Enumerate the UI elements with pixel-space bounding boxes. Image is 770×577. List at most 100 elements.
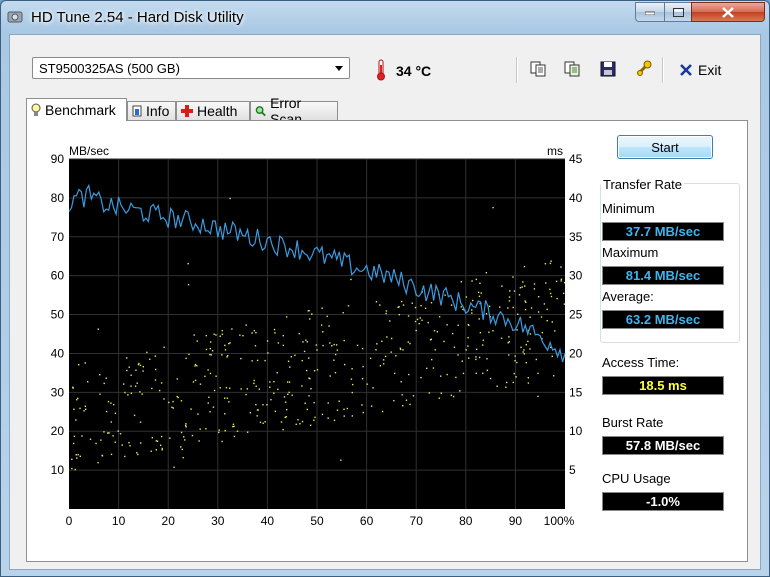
access-time-point: [379, 304, 381, 306]
access-time-point: [321, 307, 323, 309]
access-time-point: [136, 452, 138, 454]
tab-label: Health: [197, 103, 238, 119]
access-time-point: [551, 321, 553, 323]
access-time-point: [81, 435, 83, 437]
access-time-point: [399, 347, 402, 350]
access-time-point: [385, 310, 388, 312]
access-time-point: [180, 446, 182, 448]
access-time-point: [482, 339, 485, 341]
y2-tick-label: 40: [569, 191, 583, 205]
access-time-point: [286, 381, 289, 383]
access-time-point: [130, 374, 132, 376]
access-time-point: [160, 382, 163, 384]
access-time-point: [197, 413, 199, 415]
access-time-point: [485, 313, 488, 315]
access-time-point: [444, 294, 446, 296]
tab-health[interactable]: Health: [176, 101, 250, 120]
maximize-icon: [672, 7, 684, 17]
access-time-point: [430, 358, 433, 361]
access-time-point: [488, 331, 490, 333]
access-time-point: [139, 391, 141, 393]
access-time-point: [84, 405, 87, 408]
access-time-point: [346, 407, 349, 410]
access-time-point: [294, 354, 296, 357]
access-time-label: Access Time:: [602, 355, 680, 370]
access-time-point: [512, 381, 514, 384]
access-time-point: [518, 294, 521, 296]
access-time-point: [545, 282, 547, 284]
close-button[interactable]: [691, 2, 765, 22]
access-time-point: [540, 316, 543, 318]
access-time-point: [525, 361, 527, 364]
access-time-point: [209, 411, 211, 413]
access-time-point: [556, 297, 558, 300]
access-time-point: [137, 453, 139, 456]
access-time-point: [479, 331, 482, 334]
access-time-point: [255, 403, 257, 406]
access-time-point: [516, 329, 518, 331]
access-time-point: [301, 359, 303, 362]
access-time-point: [524, 300, 526, 302]
access-time-point: [414, 320, 417, 323]
maximize-button[interactable]: [664, 2, 692, 22]
access-time-point: [242, 334, 244, 337]
access-time-point: [416, 318, 419, 321]
access-time-point: [288, 381, 291, 383]
tab-error-scan[interactable]: Error Scan: [250, 95, 338, 127]
y2-tick-label: 25: [569, 308, 583, 322]
save-icon[interactable]: [599, 60, 617, 78]
start-button[interactable]: Start: [617, 135, 713, 159]
access-time-point: [560, 280, 562, 282]
access-time-point: [452, 395, 455, 398]
drive-select[interactable]: ST9500325AS (500 GB): [32, 57, 350, 79]
access-time-point: [543, 303, 546, 305]
access-time-point: [151, 387, 153, 390]
title-bar[interactable]: HD Tune 2.54 - Hard Disk Utility: [1, 1, 769, 34]
access-time-point: [460, 281, 463, 283]
access-time-point: [499, 306, 501, 308]
access-time-point: [299, 423, 301, 425]
access-time-point: [475, 348, 478, 351]
access-time-point: [176, 395, 178, 398]
access-time-point: [453, 346, 456, 348]
access-time-point: [117, 430, 119, 432]
exit-button[interactable]: Exit: [680, 61, 721, 79]
access-time-point: [527, 382, 530, 384]
access-time-point: [362, 365, 364, 368]
access-time-point: [508, 300, 511, 302]
access-time-point: [508, 341, 511, 343]
access-time-point: [560, 278, 563, 281]
minimize-button[interactable]: [635, 2, 665, 22]
y-tick-label: 90: [51, 152, 65, 166]
access-time-point: [537, 372, 539, 375]
access-time-point: [83, 410, 85, 412]
access-time-point: [400, 300, 403, 303]
access-time-point: [513, 372, 515, 375]
access-time-point: [356, 344, 359, 347]
access-time-point: [194, 379, 197, 382]
access-time-point: [529, 333, 532, 335]
access-time-point: [71, 458, 73, 460]
average-label: Average:: [602, 289, 654, 304]
access-time-point: [563, 303, 566, 305]
access-time-point: [419, 317, 421, 319]
access-time-point: [398, 313, 401, 316]
access-time-point: [213, 333, 215, 335]
tab-info[interactable]: Info: [127, 101, 176, 120]
access-time-point: [85, 408, 87, 410]
access-time-point: [486, 369, 489, 372]
access-time-point: [184, 424, 187, 427]
access-time-point: [129, 445, 131, 447]
copy-icon[interactable]: [529, 60, 547, 78]
access-time-point: [529, 348, 531, 350]
copy-text-icon[interactable]: [563, 60, 581, 78]
tab-benchmark[interactable]: Benchmark: [26, 98, 127, 121]
access-time-point: [287, 393, 289, 396]
access-time-point: [381, 410, 384, 413]
access-time-point: [550, 260, 552, 262]
access-time-point: [160, 435, 163, 438]
access-time-point: [523, 353, 526, 355]
access-time-point: [89, 438, 92, 440]
access-time-point: [501, 285, 503, 287]
options-icon[interactable]: [635, 60, 653, 78]
